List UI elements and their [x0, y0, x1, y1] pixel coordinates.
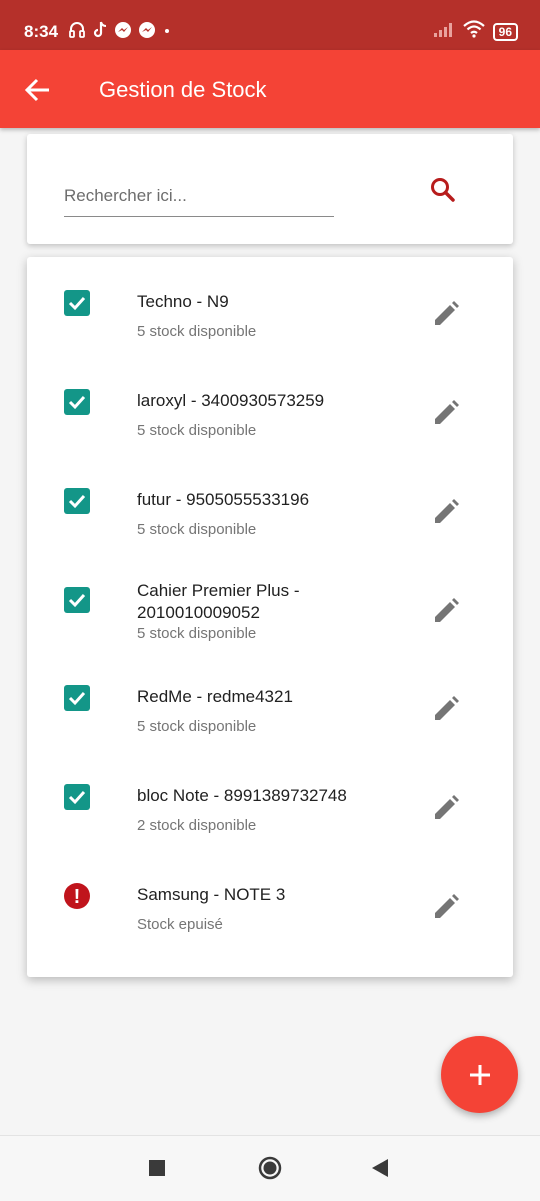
- page-title: Gestion de Stock: [99, 77, 267, 102]
- arrow-back-icon[interactable]: [22, 74, 54, 106]
- item-stock: 2 stock disponible: [137, 817, 257, 834]
- check-icon: [64, 488, 90, 514]
- status-bar: 8:34 96: [0, 0, 540, 50]
- system-icons: 96: [433, 20, 518, 43]
- alert-icon: !: [64, 883, 90, 909]
- messenger-icon: [138, 21, 156, 44]
- check-icon: [64, 290, 90, 316]
- item-stock: Stock epuisé: [137, 916, 223, 933]
- check-icon: [64, 685, 90, 711]
- item-stock: 5 stock disponible: [137, 718, 257, 735]
- item-stock: 5 stock disponible: [137, 521, 257, 538]
- search-icon[interactable]: [429, 176, 459, 206]
- check-icon: [64, 587, 90, 613]
- add-product-button[interactable]: [441, 1036, 518, 1113]
- headset-icon: [68, 21, 86, 44]
- edit-icon[interactable]: [431, 694, 461, 724]
- edit-icon[interactable]: [431, 892, 461, 922]
- item-stock: 5 stock disponible: [137, 422, 257, 439]
- edit-icon[interactable]: [431, 596, 461, 626]
- search-input[interactable]: [64, 176, 334, 217]
- wifi-icon: [462, 20, 485, 43]
- edit-icon[interactable]: [431, 793, 461, 823]
- item-name: RedMe - redme4321: [137, 687, 293, 706]
- home-icon[interactable]: [258, 1156, 282, 1180]
- tiktok-icon: [92, 21, 108, 44]
- item-name: futur - 9505055533196: [137, 490, 310, 509]
- check-icon: [64, 389, 90, 415]
- system-nav-bar: [0, 1135, 540, 1201]
- item-stock: 5 stock disponible: [137, 323, 257, 340]
- edit-icon[interactable]: [431, 398, 461, 428]
- dot-icon: [162, 21, 172, 44]
- item-name: Cahier Premier Plus - 2010010009052: [137, 581, 300, 622]
- search-card: [27, 134, 513, 244]
- back-icon[interactable]: [371, 1158, 389, 1178]
- edit-icon[interactable]: [431, 299, 461, 329]
- plus-icon: [469, 1064, 490, 1085]
- messenger-icon: [114, 21, 132, 44]
- battery-icon: 96: [492, 22, 518, 41]
- item-stock: 5 stock disponible: [137, 625, 257, 642]
- edit-icon[interactable]: [431, 497, 461, 527]
- check-icon: [64, 784, 90, 810]
- item-name: Samsung - NOTE 3: [137, 885, 286, 904]
- recent-apps-icon[interactable]: [149, 1160, 165, 1176]
- item-name: bloc Note - 8991389732748: [137, 786, 347, 805]
- status-time: 8:34: [24, 22, 59, 41]
- product-list: Techno - N9 5 stock disponible laroxyl -…: [27, 257, 513, 977]
- notification-icons: [68, 21, 172, 44]
- signal-icon: [433, 21, 455, 42]
- item-name: Techno - N9: [137, 292, 229, 311]
- app-bar: Gestion de Stock: [0, 50, 540, 128]
- item-name: laroxyl - 3400930573259: [137, 391, 325, 410]
